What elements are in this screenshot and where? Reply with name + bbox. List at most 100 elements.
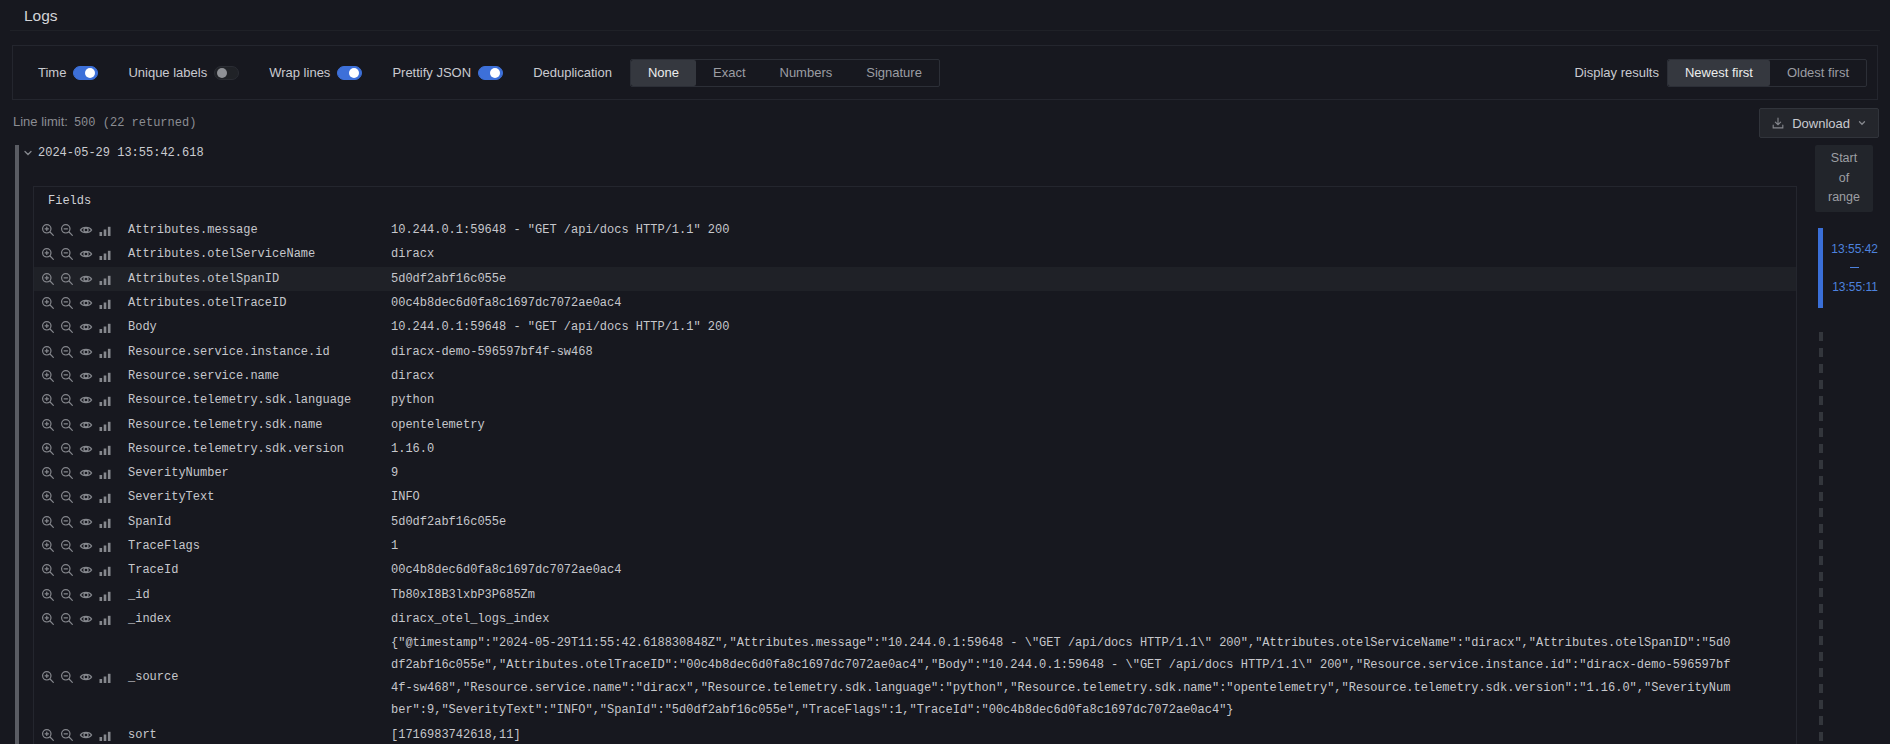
dedup-option[interactable]: Exact: [696, 60, 763, 86]
filter-for-value-icon[interactable]: [41, 369, 55, 383]
filter-out-value-icon[interactable]: [60, 442, 74, 456]
filter-out-value-icon[interactable]: [60, 320, 74, 334]
field-row[interactable]: Resource.telemetry.sdk.name opentelemetr…: [34, 412, 1796, 436]
field-row[interactable]: Resource.service.instance.id diracx-demo…: [34, 339, 1796, 363]
stats-bar-chart-icon[interactable]: [98, 296, 112, 310]
field-row[interactable]: sort [1716983742618,11]: [34, 722, 1796, 744]
field-row[interactable]: _id Tb80xI8B3lxbP3P685Zm: [34, 582, 1796, 606]
stats-bar-chart-icon[interactable]: [98, 442, 112, 456]
eye-icon[interactable]: [79, 223, 93, 237]
filter-out-value-icon[interactable]: [60, 515, 74, 529]
eye-icon[interactable]: [79, 670, 93, 684]
field-row[interactable]: TraceId 00c4b8dec6d0fa8c1697dc7072ae0ac4: [34, 558, 1796, 582]
filter-for-value-icon[interactable]: [41, 588, 55, 602]
filter-for-value-icon[interactable]: [41, 466, 55, 480]
field-row[interactable]: TraceFlags 1: [34, 534, 1796, 558]
filter-for-value-icon[interactable]: [41, 393, 55, 407]
filter-out-value-icon[interactable]: [60, 539, 74, 553]
order-option[interactable]: Newest first: [1668, 60, 1770, 86]
eye-icon[interactable]: [79, 466, 93, 480]
filter-for-value-icon[interactable]: [41, 728, 55, 742]
eye-icon[interactable]: [79, 490, 93, 504]
field-row[interactable]: Body 10.244.0.1:59648 - "GET /api/docs H…: [34, 315, 1796, 339]
filter-for-value-icon[interactable]: [41, 272, 55, 286]
download-button[interactable]: Download: [1759, 108, 1879, 138]
eye-icon[interactable]: [79, 320, 93, 334]
filter-out-value-icon[interactable]: [60, 490, 74, 504]
field-row[interactable]: _index diracx_otel_logs_index: [34, 607, 1796, 631]
filter-for-value-icon[interactable]: [41, 612, 55, 626]
filter-for-value-icon[interactable]: [41, 539, 55, 553]
eye-icon[interactable]: [79, 345, 93, 359]
order-option[interactable]: Oldest first: [1770, 60, 1866, 86]
eye-icon[interactable]: [79, 612, 93, 626]
filter-out-value-icon[interactable]: [60, 612, 74, 626]
filter-for-value-icon[interactable]: [41, 515, 55, 529]
field-row[interactable]: SpanId 5d0df2abf16c055e: [34, 510, 1796, 534]
filter-for-value-icon[interactable]: [41, 296, 55, 310]
toggle-switch[interactable]: [214, 66, 239, 80]
stats-bar-chart-icon[interactable]: [98, 393, 112, 407]
field-row[interactable]: Resource.service.name diracx: [34, 364, 1796, 388]
filter-out-value-icon[interactable]: [60, 369, 74, 383]
filter-for-value-icon[interactable]: [41, 670, 55, 684]
stats-bar-chart-icon[interactable]: [98, 345, 112, 359]
stats-bar-chart-icon[interactable]: [98, 515, 112, 529]
filter-out-value-icon[interactable]: [60, 728, 74, 742]
stats-bar-chart-icon[interactable]: [98, 247, 112, 261]
filter-out-value-icon[interactable]: [60, 345, 74, 359]
stats-bar-chart-icon[interactable]: [98, 670, 112, 684]
field-row[interactable]: _source {"@timestamp":"2024-05-29T11:55:…: [34, 631, 1796, 722]
filter-out-value-icon[interactable]: [60, 670, 74, 684]
stats-bar-chart-icon[interactable]: [98, 588, 112, 602]
eye-icon[interactable]: [79, 247, 93, 261]
stats-bar-chart-icon[interactable]: [98, 223, 112, 237]
field-row[interactable]: SeverityText INFO: [34, 485, 1796, 509]
field-row[interactable]: Attributes.otelServiceName diracx: [34, 242, 1796, 266]
toggle-switch[interactable]: [478, 66, 503, 80]
eye-icon[interactable]: [79, 442, 93, 456]
eye-icon[interactable]: [79, 728, 93, 742]
field-row[interactable]: Resource.telemetry.sdk.language python: [34, 388, 1796, 412]
filter-out-value-icon[interactable]: [60, 393, 74, 407]
eye-icon[interactable]: [79, 369, 93, 383]
dedup-option[interactable]: Numbers: [763, 60, 850, 86]
field-row[interactable]: Resource.telemetry.sdk.version 1.16.0: [34, 437, 1796, 461]
field-row[interactable]: Attributes.otelSpanID 5d0df2abf16c055e: [34, 267, 1796, 291]
filter-for-value-icon[interactable]: [41, 490, 55, 504]
toggle-switch[interactable]: [337, 66, 362, 80]
field-row[interactable]: Attributes.message 10.244.0.1:59648 - "G…: [34, 218, 1796, 242]
filter-for-value-icon[interactable]: [41, 223, 55, 237]
filter-for-value-icon[interactable]: [41, 345, 55, 359]
dedup-option[interactable]: Signature: [849, 60, 939, 86]
stats-bar-chart-icon[interactable]: [98, 466, 112, 480]
eye-icon[interactable]: [79, 272, 93, 286]
stats-bar-chart-icon[interactable]: [98, 563, 112, 577]
eye-icon[interactable]: [79, 563, 93, 577]
toggle-switch[interactable]: [73, 66, 98, 80]
filter-for-value-icon[interactable]: [41, 563, 55, 577]
filter-for-value-icon[interactable]: [41, 418, 55, 432]
filter-out-value-icon[interactable]: [60, 223, 74, 237]
eye-icon[interactable]: [79, 418, 93, 432]
filter-for-value-icon[interactable]: [41, 320, 55, 334]
filter-out-value-icon[interactable]: [60, 272, 74, 286]
time-range-bar[interactable]: [1818, 228, 1823, 308]
log-row-header[interactable]: 2024-05-29 13:55:42.618: [22, 146, 204, 160]
filter-out-value-icon[interactable]: [60, 563, 74, 577]
stats-bar-chart-icon[interactable]: [98, 320, 112, 334]
stats-bar-chart-icon[interactable]: [98, 490, 112, 504]
filter-for-value-icon[interactable]: [41, 442, 55, 456]
chevron-down-icon[interactable]: [22, 147, 34, 159]
eye-icon[interactable]: [79, 539, 93, 553]
stats-bar-chart-icon[interactable]: [98, 539, 112, 553]
filter-for-value-icon[interactable]: [41, 247, 55, 261]
eye-icon[interactable]: [79, 393, 93, 407]
stats-bar-chart-icon[interactable]: [98, 272, 112, 286]
stats-bar-chart-icon[interactable]: [98, 369, 112, 383]
field-row[interactable]: Attributes.otelTraceID 00c4b8dec6d0fa8c1…: [34, 291, 1796, 315]
eye-icon[interactable]: [79, 296, 93, 310]
stats-bar-chart-icon[interactable]: [98, 728, 112, 742]
eye-icon[interactable]: [79, 588, 93, 602]
filter-out-value-icon[interactable]: [60, 418, 74, 432]
